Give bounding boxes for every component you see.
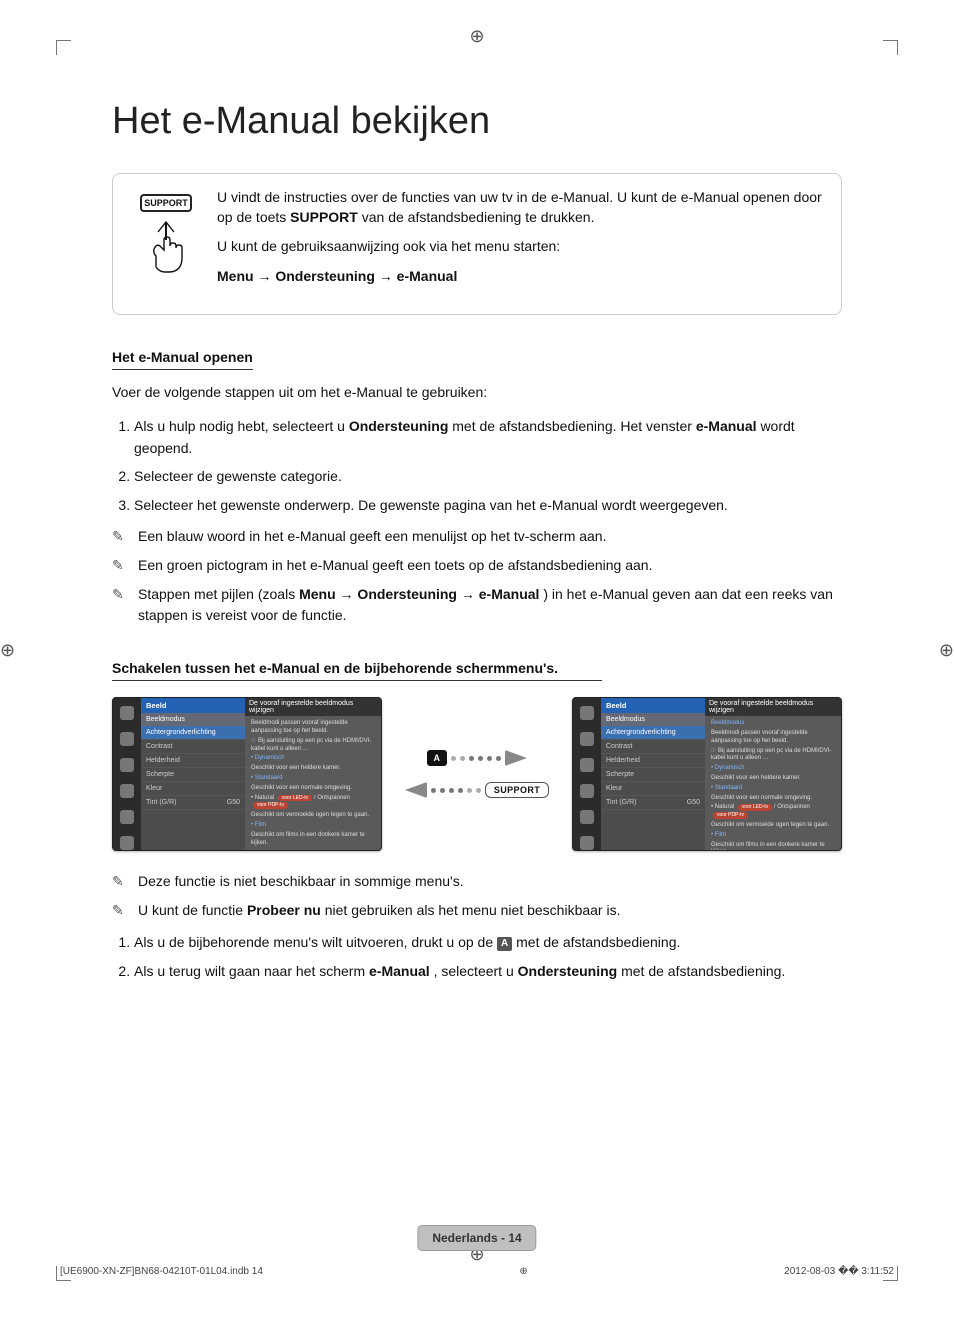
sec2-notes: Deze functie is niet beschikbaar in somm… [112,871,842,921]
print-footer: [UE6900-XN-ZF]BN68-04210T-01L04.indb 14 … [60,1266,894,1277]
intro-callout: SUPPORT U vindt de instructies over de f… [112,173,842,315]
inline-a-icon: A [497,937,512,951]
sec1-step3: Selecteer het gewenste onderwerp. De gew… [134,494,842,516]
intro-p1b: SUPPORT [290,209,358,225]
tv-screenshot-right: Beeld Beeldmodus Achtergrondverlichting … [572,697,842,851]
arrow-left-icon [405,782,427,798]
sec1-note3: Stappen met pijlen (zoals Menu → Onderst… [112,584,842,626]
mini-menu-list: Beeld Beeldmodus Achtergrondverlichting … [141,698,245,850]
sec1-note2: Een groen pictogram in het e-Manual geef… [112,555,842,576]
sec2-steps: Als u de bijbehorende menu's wilt uitvoe… [112,931,842,982]
section-heading-open: Het e-Manual openen [112,349,253,370]
tv-screenshot-left: Beeld Beeldmodus Achtergrondverlichting … [112,697,382,851]
mini-menu-list: Beeld Beeldmodus Achtergrondverlichting … [601,698,705,850]
crop-mark [56,40,71,55]
support-button-chip: SUPPORT [485,782,549,798]
footer-right: 2012-08-03 �� 3:11:52 [784,1266,894,1277]
mini-detail-pane: De vooraf ingestelde beeldmodus wijzigen… [245,698,381,850]
mini-detail-pane: De vooraf ingestelde beeldmodus wijzigen… [705,698,841,850]
sec2-noteB: U kunt de functie Probeer nu niet gebrui… [112,900,842,921]
registration-mark-icon: ⊕ [939,640,954,661]
sec1-step1: Als u hulp nodig hebt, selecteert u Onde… [134,415,842,460]
page: ⊕ ⊕ ⊕ ⊕ Het e-Manual bekijken SUPPORT U … [0,0,954,1321]
intro-p1c: van de afstandsbediening te drukken. [362,209,595,225]
support-remote-illustration: SUPPORT [129,188,203,286]
a-button-chip: A [427,750,448,766]
crop-mark [883,40,898,55]
sec1-note1: Een blauw woord in het e-Manual geeft ee… [112,526,842,547]
sec1-lead: Voer de volgende stappen uit om het e-Ma… [112,382,842,402]
sec2-noteA: Deze functie is niet beschikbaar in somm… [112,871,842,892]
registration-mark-icon: ⊕ [469,26,484,47]
sec1-steps: Als u hulp nodig hebt, selecteert u Onde… [112,415,842,517]
registration-mark-icon: ⊕ [519,1266,527,1277]
page-number-badge: Nederlands - 14 [417,1225,536,1251]
support-button-label: SUPPORT [140,194,192,212]
sec1-notes: Een blauw woord in het e-Manual geeft ee… [112,526,842,626]
arrow-right-icon [505,750,527,766]
sec1-step2: Selecteer de gewenste categorie. [134,465,842,487]
page-title: Het e-Manual bekijken [112,100,842,143]
registration-mark-icon: ⊕ [0,640,15,661]
footer-left: [UE6900-XN-ZF]BN68-04210T-01L04.indb 14 [60,1266,263,1277]
arrow-left: SUPPORT [405,782,549,798]
diagram-arrows: A SUPPORT [390,750,564,798]
arrow-right: A [427,750,528,766]
hand-press-icon [138,216,194,286]
mini-nav [113,698,141,850]
mini-nav [573,698,601,850]
section-heading-switch: Schakelen tussen het e-Manual en de bijb… [112,660,602,681]
intro-text: U vindt de instructies over de functies … [217,188,825,296]
sec2-step2: Als u terug wilt gaan naar het scherm e-… [134,960,842,982]
intro-p2: U kunt de gebruiksaanwijzing ook via het… [217,237,825,257]
intro-menu-path: Menu → Ondersteuning → e-Manual [217,267,825,287]
sec2-step1: Als u de bijbehorende menu's wilt uitvoe… [134,931,842,953]
switch-diagram: Beeld Beeldmodus Achtergrondverlichting … [112,697,842,851]
